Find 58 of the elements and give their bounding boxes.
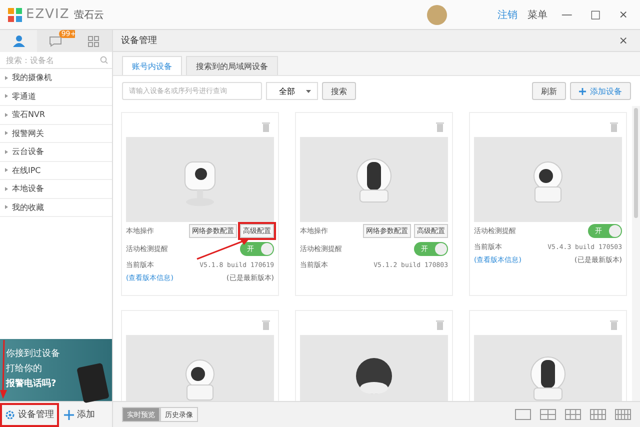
layout-icon <box>565 409 581 420</box>
refresh-button[interactable]: 刷新 <box>532 82 566 100</box>
avatar[interactable] <box>427 4 448 24</box>
trash-icon[interactable] <box>262 122 270 132</box>
trash-icon[interactable] <box>610 320 618 330</box>
sidebar-tab[interactable] <box>74 30 112 52</box>
plus-icon <box>579 88 586 94</box>
close-button[interactable]: × <box>614 34 632 47</box>
sidebar-item[interactable]: 我的收藏 <box>0 198 112 217</box>
layout-button[interactable] <box>615 409 631 420</box>
banner-text: 打给你的 <box>6 362 43 375</box>
banner-text: 你接到过设备 <box>6 348 61 360</box>
maximize-button[interactable]: □ <box>586 8 605 21</box>
settings-icon <box>5 410 15 420</box>
sidebar-item[interactable]: 本地设备 <box>0 180 112 198</box>
minimize-button[interactable]: — <box>557 8 576 21</box>
close-button[interactable]: × <box>614 8 632 21</box>
layout-button[interactable] <box>540 409 556 420</box>
scrollbar-thumb[interactable] <box>634 108 638 218</box>
logo-subtitle: 萤石云 <box>74 8 104 22</box>
plus-icon <box>64 410 74 420</box>
layout-button[interactable] <box>565 409 581 420</box>
tab[interactable]: 账号内设备 <box>122 56 182 75</box>
tab[interactable]: 搜索到的局域网设备 <box>186 56 278 75</box>
sidebar-item[interactable]: 报警网关 <box>0 124 112 143</box>
caret-icon <box>306 90 311 92</box>
filter-dropdown[interactable]: 全部 <box>266 82 318 100</box>
grid-icon <box>88 36 99 46</box>
banner-text: 报警电话吗? <box>6 377 58 390</box>
search-field[interactable]: 搜索：设备名 <box>4 54 84 66</box>
trash-icon[interactable] <box>436 320 444 330</box>
layout-icon <box>515 409 531 420</box>
layout-button[interactable] <box>515 409 531 420</box>
add-button[interactable]: 添加 <box>59 402 100 426</box>
sidebar-item[interactable]: 零通道 <box>0 88 112 106</box>
sidebar-item[interactable]: 云台设备 <box>0 143 112 162</box>
device-manage-button[interactable]: 设备管理 <box>0 402 59 426</box>
phone-drawing <box>76 362 110 404</box>
panel-title: 设备管理 <box>121 34 157 47</box>
chat-icon <box>49 36 62 46</box>
trash-icon[interactable] <box>610 122 618 132</box>
search-icon[interactable] <box>100 56 108 64</box>
logout-link[interactable]: 注销 <box>497 8 518 22</box>
person-icon <box>12 35 25 47</box>
sidebar-item[interactable]: 在线IPC <box>0 162 112 180</box>
layout-icon <box>590 409 606 420</box>
trash-icon[interactable] <box>262 320 270 330</box>
ad-banner[interactable]: 你接到过设备 打给你的 报警电话吗? <box>0 339 112 401</box>
layout-icon <box>615 409 631 420</box>
trash-icon[interactable] <box>436 122 444 132</box>
logo-text: EZVIZ <box>26 7 70 22</box>
layout-icon <box>540 409 556 420</box>
sidebar-item[interactable]: 萤石NVR <box>0 106 112 124</box>
layout-button[interactable] <box>590 409 606 420</box>
menu-link[interactable]: 菜单 <box>527 8 548 22</box>
search-button[interactable]: 搜索 <box>322 82 356 100</box>
sidebar-item[interactable]: 我的摄像机 <box>0 69 112 88</box>
logo-icon <box>8 8 22 22</box>
